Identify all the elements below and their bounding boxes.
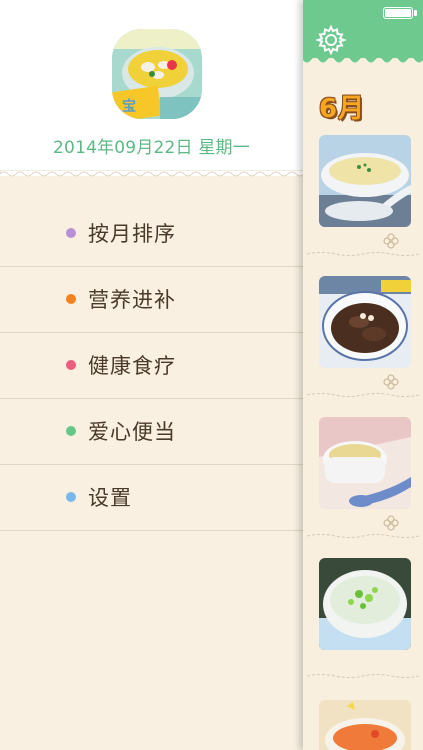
recipe-thumbnail[interactable] bbox=[319, 276, 411, 368]
food-image bbox=[319, 558, 411, 650]
flower-icon bbox=[383, 374, 399, 390]
flower-icon bbox=[383, 233, 399, 249]
drawer-menu: 按月排序 营养进补 健康食疗 爱心便当 设置 bbox=[0, 201, 303, 531]
food-image bbox=[319, 276, 411, 368]
menu-item-label: 按月排序 bbox=[88, 222, 176, 246]
menu-item-label: 健康食疗 bbox=[88, 354, 176, 378]
side-drawer: 宝 2014年09月22日 星期一 按月排序 营养进补 健康食疗 爱心便当 设置 bbox=[0, 0, 303, 750]
bullet-dot-icon bbox=[66, 426, 76, 436]
menu-item-nutrition[interactable]: 营养进补 bbox=[0, 267, 303, 333]
recipe-thumbnail[interactable] bbox=[319, 135, 411, 227]
drawer-header: 宝 2014年09月22日 星期一 bbox=[0, 0, 303, 176]
svg-text:宝: 宝 bbox=[122, 98, 136, 115]
profile-avatar[interactable]: 宝 bbox=[112, 29, 202, 119]
bullet-dot-icon bbox=[66, 294, 76, 304]
bullet-dot-icon bbox=[66, 360, 76, 370]
battery-icon bbox=[383, 7, 417, 19]
panel-header bbox=[303, 0, 423, 58]
recipe-thumbnail[interactable] bbox=[319, 558, 411, 650]
food-image bbox=[319, 135, 411, 227]
content-panel: 6月 bbox=[303, 0, 423, 750]
dashed-separator bbox=[307, 393, 419, 397]
recipe-thumbnail[interactable] bbox=[319, 417, 411, 509]
gear-icon[interactable] bbox=[315, 24, 347, 56]
month-badge: 6月 bbox=[319, 94, 366, 124]
food-image bbox=[319, 417, 411, 509]
menu-item-label: 爱心便当 bbox=[88, 420, 176, 444]
panel-header-scallop bbox=[303, 56, 423, 63]
flower-icon bbox=[383, 515, 399, 531]
food-image bbox=[319, 700, 411, 750]
menu-item-settings[interactable]: 设置 bbox=[0, 465, 303, 531]
menu-item-lunchbox[interactable]: 爱心便当 bbox=[0, 399, 303, 465]
menu-item-label: 设置 bbox=[88, 486, 132, 510]
bullet-dot-icon bbox=[66, 228, 76, 238]
drawer-header-scallop bbox=[0, 170, 303, 177]
avatar-food-image: 宝 bbox=[112, 29, 202, 119]
dashed-separator bbox=[307, 674, 419, 678]
recipe-thumbnail[interactable] bbox=[319, 700, 411, 750]
menu-item-by-month[interactable]: 按月排序 bbox=[0, 201, 303, 267]
dashed-separator bbox=[307, 252, 419, 256]
bullet-dot-icon bbox=[66, 492, 76, 502]
menu-item-label: 营养进补 bbox=[88, 288, 176, 312]
dashed-separator bbox=[307, 534, 419, 538]
current-date: 2014年09月22日 星期一 bbox=[53, 138, 250, 158]
menu-item-diet-therapy[interactable]: 健康食疗 bbox=[0, 333, 303, 399]
